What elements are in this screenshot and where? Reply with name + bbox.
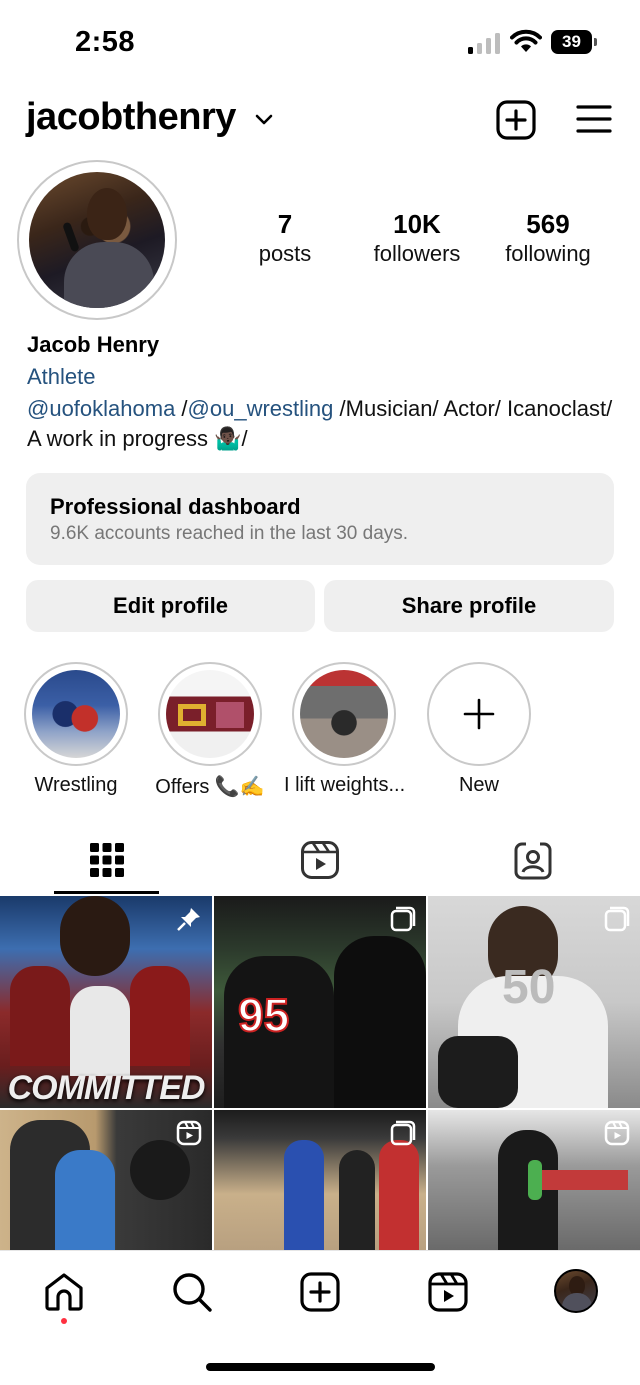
profile-category: Athlete [27, 364, 96, 389]
followers-count: 10K [393, 209, 441, 239]
profile-bio: @uofoklahoma /@ou_wrestling /Musician/ A… [27, 394, 617, 454]
bio-separator: / [175, 396, 188, 421]
professional-dashboard[interactable]: Professional dashboard 9.6K accounts rea… [26, 473, 614, 565]
multi-post-icon [604, 906, 630, 932]
highlight-wrestling[interactable]: Wrestling [16, 662, 136, 797]
highlight-label: Wrestling [34, 774, 118, 796]
highlight-lifting[interactable]: I lift weights... [284, 662, 406, 797]
highlight-label: Offers 📞✍️ [155, 776, 265, 798]
search-icon[interactable] [171, 1271, 213, 1313]
stat-following[interactable]: 569 following [494, 208, 602, 268]
stat-posts[interactable]: 7 posts [245, 208, 325, 268]
highlight-cover [32, 670, 120, 758]
highlight-cover [166, 670, 254, 758]
post-thumbnail[interactable]: 50 [428, 896, 640, 1108]
dashboard-title: Professional dashboard [50, 494, 301, 519]
status-time: 2:58 [75, 26, 136, 58]
grid-icon[interactable] [87, 840, 127, 880]
wifi-icon [510, 29, 542, 52]
profile-avatar[interactable] [17, 160, 177, 320]
mention-link-uofoklahoma[interactable]: @uofoklahoma [27, 396, 175, 421]
posts-count: 7 [277, 209, 293, 239]
share-profile-button[interactable]: Share profile [324, 580, 614, 632]
post-thumbnail[interactable]: COMMITTED [0, 896, 212, 1108]
highlight-cover [300, 670, 388, 758]
status-bar: 2:58 39 [0, 0, 640, 80]
username-switcher[interactable]: jacobthenry [26, 96, 236, 139]
notification-dot [61, 1318, 67, 1324]
reel-icon [604, 1120, 630, 1146]
profile-name: Jacob Henry [27, 332, 160, 357]
highlight-offers[interactable]: Offers 📞✍️ [150, 662, 270, 799]
menu-icon[interactable] [575, 102, 613, 136]
highlight-label: New [458, 774, 499, 796]
stat-followers[interactable]: 10K followers [362, 208, 472, 268]
post-thumbnail[interactable]: 95 [214, 896, 426, 1108]
create-icon[interactable] [299, 1271, 341, 1313]
multi-post-icon [390, 906, 416, 932]
followers-label: followers [373, 241, 461, 266]
chevron-down-icon[interactable] [253, 108, 275, 130]
battery-icon: 39 [551, 30, 597, 54]
multi-post-icon [390, 1120, 416, 1146]
posts-label: posts [258, 241, 312, 266]
following-count: 569 [526, 209, 570, 239]
create-post-icon[interactable] [496, 100, 536, 140]
battery-level: 39 [562, 32, 581, 51]
edit-profile-button[interactable]: Edit profile [26, 580, 315, 632]
plus-icon [463, 698, 495, 730]
following-label: following [505, 241, 591, 266]
post-caption-text: COMMITTED [7, 1069, 206, 1107]
jersey-number-text: 50 [502, 961, 556, 1014]
reels-tab-icon[interactable] [300, 840, 340, 880]
highlight-new[interactable]: New [419, 662, 539, 797]
posts-grid: COMMITTED 95 50 [0, 896, 640, 1250]
post-thumbnail[interactable] [214, 1110, 426, 1250]
profile-header: jacobthenry [0, 88, 640, 152]
profile-avatar-nav[interactable] [554, 1269, 598, 1313]
home-icon[interactable] [43, 1271, 85, 1313]
reel-icon [176, 1120, 202, 1146]
home-indicator [206, 1363, 435, 1371]
reels-icon[interactable] [427, 1271, 469, 1313]
profile-tabs [0, 822, 640, 896]
highlight-label: I lift weights... [284, 774, 406, 796]
avatar [29, 172, 165, 308]
tagged-tab-icon[interactable] [513, 840, 553, 880]
mention-link-ou-wrestling[interactable]: @ou_wrestling [188, 396, 334, 421]
post-thumbnail[interactable] [0, 1110, 212, 1250]
cellular-signal-icon [468, 33, 500, 54]
jersey-number-text: 95 [237, 988, 290, 1042]
dashboard-subtitle: 9.6K accounts reached in the last 30 day… [50, 523, 409, 544]
active-tab-indicator [54, 891, 159, 894]
pin-icon [177, 908, 200, 931]
post-thumbnail[interactable] [428, 1110, 640, 1250]
